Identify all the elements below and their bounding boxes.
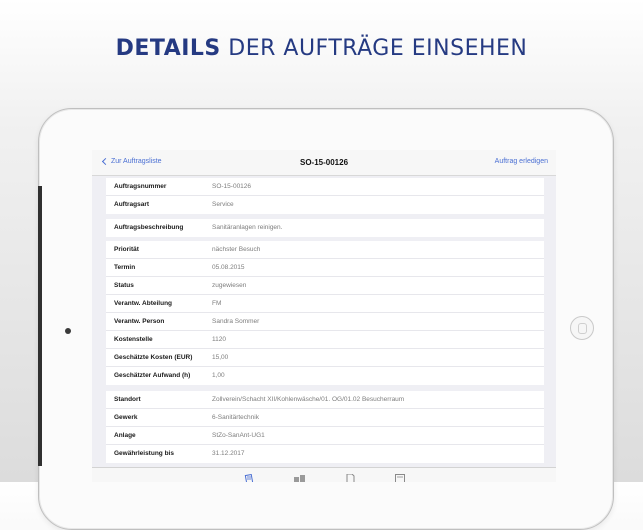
detail-row: Termin 05.08.2015 bbox=[106, 259, 544, 277]
document-icon[interactable] bbox=[346, 474, 355, 482]
detail-row: Verantw. Abteilung FM bbox=[106, 295, 544, 313]
home-button-icon bbox=[578, 323, 587, 334]
detail-value: Service bbox=[212, 201, 234, 208]
detail-label: Priorität bbox=[114, 246, 139, 253]
detail-label: Standort bbox=[114, 396, 141, 403]
detail-value: 1120 bbox=[212, 336, 226, 343]
detail-group-order: Auftragsnummer SO-15-00126 Auftragsart Ser… bbox=[106, 178, 544, 214]
headline-bold: DETAILS bbox=[115, 36, 221, 61]
detail-value: Sanitäranlagen reinigen. bbox=[212, 224, 283, 231]
detail-label: Auftragsart bbox=[114, 201, 150, 208]
detail-value: 1,00 bbox=[212, 372, 225, 379]
detail-label: Kostenstelle bbox=[114, 336, 153, 343]
detail-group-location: Standort Zollverein/Schacht XII/Kohlenwäs… bbox=[106, 391, 544, 463]
detail-group-scheduling: Priorität nächster Besuch Termin 05.08.201… bbox=[106, 241, 544, 385]
app-screen: Zur Auftragsliste SO-15-00126 Auftrag er… bbox=[92, 150, 556, 482]
detail-row: Standort Zollverein/Schacht XII/Kohlenwäs… bbox=[106, 391, 544, 409]
objects-icon[interactable] bbox=[294, 474, 306, 482]
detail-row: Auftragsbeschreibung Sanitäranlagen reini… bbox=[106, 219, 544, 237]
notes-icon[interactable] bbox=[395, 474, 405, 482]
detail-row: Geschätzte Kosten (EUR) 15,00 bbox=[106, 349, 544, 367]
detail-value: zugewiesen bbox=[212, 282, 247, 289]
detail-row: Gewerk 6-Sanitärtechnik bbox=[106, 409, 544, 427]
detail-label: Gewährleistung bis bbox=[114, 450, 174, 457]
detail-label: Anlage bbox=[114, 432, 136, 439]
detail-label: Termin bbox=[114, 264, 136, 271]
tablet-edge bbox=[38, 186, 42, 466]
detail-row: Auftragsnummer SO-15-00126 bbox=[106, 178, 544, 196]
complete-order-button[interactable]: Auftrag erledigen bbox=[495, 158, 548, 165]
detail-row: Priorität nächster Besuch bbox=[106, 241, 544, 259]
details-icon[interactable] bbox=[244, 474, 254, 482]
detail-label: Gewerk bbox=[114, 414, 138, 421]
detail-label: Status bbox=[114, 282, 134, 289]
detail-label: Auftragsbeschreibung bbox=[114, 224, 184, 231]
headline-rest: DER AUFTRÄGE EINSEHEN bbox=[220, 36, 528, 61]
detail-value: 6-Sanitärtechnik bbox=[212, 414, 259, 421]
tab-bar bbox=[92, 467, 556, 482]
detail-value: 31.12.2017 bbox=[212, 450, 245, 457]
detail-value: SO-15-00126 bbox=[212, 183, 252, 190]
detail-row: Verantw. Person Sandra Sommer bbox=[106, 313, 544, 331]
detail-label: Verantw. Person bbox=[114, 318, 165, 325]
detail-label: Auftragsnummer bbox=[114, 183, 167, 190]
detail-value: 15,00 bbox=[212, 354, 229, 361]
detail-group-description: Auftragsbeschreibung Sanitäranlagen reini… bbox=[106, 219, 544, 237]
detail-value: FM bbox=[212, 300, 222, 307]
detail-value: Sandra Sommer bbox=[212, 318, 260, 325]
page-title: SO-15-00126 bbox=[299, 158, 349, 167]
detail-value: Zollverein/Schacht XII/Kohlenwäsche/01. … bbox=[212, 396, 405, 403]
detail-label: Verantw. Abteilung bbox=[114, 300, 173, 307]
detail-row: Auftragsart Service bbox=[106, 196, 544, 214]
detail-row: Anlage StZo-SanAnt-UG1 bbox=[106, 427, 544, 445]
page-headline: DETAILS DER AUFTRÄGE EINSEHEN bbox=[0, 36, 643, 61]
detail-row: Kostenstelle 1120 bbox=[106, 331, 544, 349]
camera-icon bbox=[65, 328, 71, 334]
home-button[interactable] bbox=[570, 316, 594, 340]
detail-row: Gewährleistung bis 31.12.2017 bbox=[106, 445, 544, 463]
detail-value: 05.08.2015 bbox=[212, 264, 245, 271]
detail-label: Geschätzter Aufwand (h) bbox=[114, 372, 191, 379]
detail-label: Geschätzte Kosten (EUR) bbox=[114, 354, 193, 361]
detail-row: Status zugewiesen bbox=[106, 277, 544, 295]
detail-value: StZo-SanAnt-UG1 bbox=[212, 432, 265, 439]
navigation-bar: Zur Auftragsliste SO-15-00126 Auftrag er… bbox=[92, 150, 556, 176]
detail-value: nächster Besuch bbox=[212, 246, 261, 253]
detail-row: Geschätzter Aufwand (h) 1,00 bbox=[106, 367, 544, 385]
